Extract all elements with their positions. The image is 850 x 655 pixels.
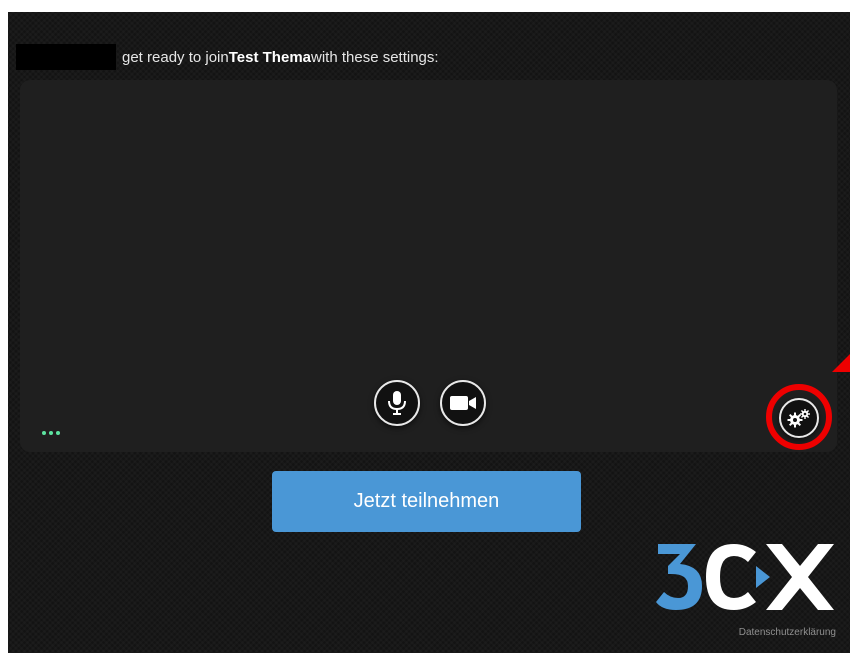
mic-toggle-button[interactable] xyxy=(374,380,420,426)
screenshot-frame: get ready to join Test Thema with these … xyxy=(0,0,850,655)
join-header: get ready to join Test Thema with these … xyxy=(16,42,439,72)
join-meeting-button[interactable]: Jetzt teilnehmen xyxy=(272,471,581,532)
meeting-name: Test Thema xyxy=(228,48,311,66)
three-dots-icon[interactable] xyxy=(42,431,60,435)
video-camera-icon xyxy=(450,396,476,410)
privacy-policy-link[interactable]: Datenschutzerklärung xyxy=(739,627,836,638)
settings-button[interactable] xyxy=(779,398,819,438)
3cx-logo xyxy=(656,544,834,610)
microphone-icon xyxy=(388,391,406,415)
annotation-arrow xyxy=(832,354,850,372)
camera-toggle-button[interactable] xyxy=(440,380,486,426)
video-preview-panel xyxy=(20,80,837,452)
header-prefix: get ready to join xyxy=(122,48,229,66)
header-suffix: with these settings: xyxy=(311,48,439,66)
redacted-user-name xyxy=(16,44,116,70)
meeting-join-screen: get ready to join Test Thema with these … xyxy=(8,12,850,653)
gears-icon xyxy=(787,409,810,428)
